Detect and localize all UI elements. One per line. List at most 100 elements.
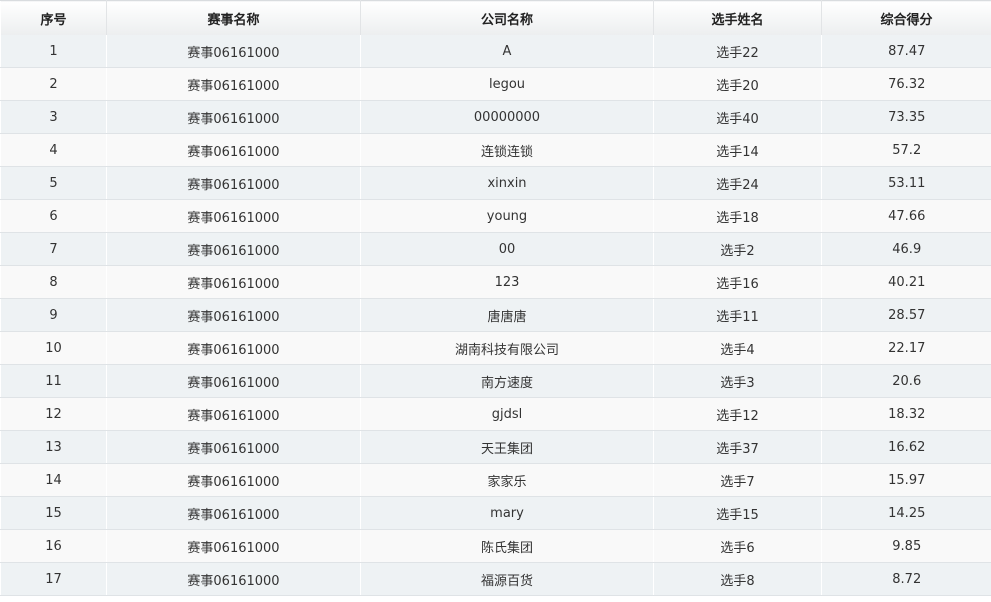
cell-total-score: 18.32 (821, 397, 991, 431)
cell-event-name: 赛事06161000 (106, 35, 361, 68)
cell-index: 7 (0, 232, 107, 266)
ranking-table: 序号 赛事名称 公司名称 选手姓名 综合得分 1 赛事06161000 A 选手… (0, 0, 991, 596)
cell-total-score: 9.85 (821, 529, 991, 563)
cell-index: 3 (0, 100, 107, 134)
cell-event-name: 赛事06161000 (106, 430, 361, 464)
cell-company-name: legou (360, 67, 654, 101)
cell-index: 16 (0, 529, 107, 563)
table-row[interactable]: 1 赛事06161000 A 选手22 87.47 (0, 35, 991, 68)
cell-index: 10 (0, 331, 107, 365)
cell-event-name: 赛事06161000 (106, 397, 361, 431)
table-row[interactable]: 16 赛事06161000 陈氏集团 选手6 9.85 (0, 529, 991, 563)
cell-event-name: 赛事06161000 (106, 232, 361, 266)
table-body: 1 赛事06161000 A 选手22 87.47 2 赛事06161000 l… (0, 35, 991, 596)
cell-company-name: young (360, 199, 654, 233)
table-row[interactable]: 15 赛事06161000 mary 选手15 14.25 (0, 496, 991, 530)
cell-event-name: 赛事06161000 (106, 298, 361, 332)
cell-player-name: 选手18 (653, 199, 822, 233)
cell-total-score: 87.47 (821, 35, 991, 68)
column-header-index[interactable]: 序号 (0, 0, 107, 35)
table-row[interactable]: 10 赛事06161000 湖南科技有限公司 选手4 22.17 (0, 331, 991, 365)
cell-index: 5 (0, 166, 107, 200)
cell-company-name: 家家乐 (360, 463, 654, 497)
cell-player-name: 选手14 (653, 133, 822, 167)
cell-event-name: 赛事06161000 (106, 529, 361, 563)
cell-company-name: 湖南科技有限公司 (360, 331, 654, 365)
cell-total-score: 53.11 (821, 166, 991, 200)
cell-company-name: 123 (360, 265, 654, 299)
cell-company-name: xinxin (360, 166, 654, 200)
cell-total-score: 14.25 (821, 496, 991, 530)
cell-total-score: 57.2 (821, 133, 991, 167)
cell-event-name: 赛事06161000 (106, 133, 361, 167)
cell-total-score: 47.66 (821, 199, 991, 233)
cell-player-name: 选手20 (653, 67, 822, 101)
cell-event-name: 赛事06161000 (106, 331, 361, 365)
cell-company-name: 连锁连锁 (360, 133, 654, 167)
cell-event-name: 赛事06161000 (106, 463, 361, 497)
column-header-event-name[interactable]: 赛事名称 (106, 0, 361, 35)
cell-total-score: 40.21 (821, 265, 991, 299)
cell-total-score: 16.62 (821, 430, 991, 464)
cell-index: 6 (0, 199, 107, 233)
table-row[interactable]: 2 赛事06161000 legou 选手20 76.32 (0, 67, 991, 101)
cell-event-name: 赛事06161000 (106, 166, 361, 200)
ranking-table-container: 序号 赛事名称 公司名称 选手姓名 综合得分 1 赛事06161000 A 选手… (0, 0, 991, 596)
table-header: 序号 赛事名称 公司名称 选手姓名 综合得分 (0, 0, 991, 35)
cell-player-name: 选手22 (653, 35, 822, 68)
table-row[interactable]: 7 赛事06161000 00 选手2 46.9 (0, 232, 991, 266)
cell-index: 9 (0, 298, 107, 332)
cell-company-name: A (360, 35, 654, 68)
cell-index: 12 (0, 397, 107, 431)
cell-total-score: 76.32 (821, 67, 991, 101)
cell-event-name: 赛事06161000 (106, 199, 361, 233)
cell-index: 8 (0, 265, 107, 299)
cell-player-name: 选手3 (653, 364, 822, 398)
cell-index: 13 (0, 430, 107, 464)
cell-player-name: 选手6 (653, 529, 822, 563)
cell-player-name: 选手8 (653, 562, 822, 596)
column-header-player-name[interactable]: 选手姓名 (653, 0, 822, 35)
table-row[interactable]: 9 赛事06161000 唐唐唐 选手11 28.57 (0, 298, 991, 332)
cell-company-name: mary (360, 496, 654, 530)
cell-index: 14 (0, 463, 107, 497)
cell-player-name: 选手11 (653, 298, 822, 332)
cell-event-name: 赛事06161000 (106, 265, 361, 299)
cell-player-name: 选手12 (653, 397, 822, 431)
cell-total-score: 8.72 (821, 562, 991, 596)
table-row[interactable]: 5 赛事06161000 xinxin 选手24 53.11 (0, 166, 991, 200)
cell-player-name: 选手40 (653, 100, 822, 134)
cell-company-name: 福源百货 (360, 562, 654, 596)
cell-player-name: 选手2 (653, 232, 822, 266)
table-row[interactable]: 3 赛事06161000 00000000 选手40 73.35 (0, 100, 991, 134)
cell-index: 17 (0, 562, 107, 596)
cell-event-name: 赛事06161000 (106, 496, 361, 530)
header-row: 序号 赛事名称 公司名称 选手姓名 综合得分 (0, 0, 991, 35)
cell-total-score: 46.9 (821, 232, 991, 266)
table-row[interactable]: 4 赛事06161000 连锁连锁 选手14 57.2 (0, 133, 991, 167)
cell-company-name: 唐唐唐 (360, 298, 654, 332)
table-row[interactable]: 17 赛事06161000 福源百货 选手8 8.72 (0, 562, 991, 596)
cell-player-name: 选手37 (653, 430, 822, 464)
cell-total-score: 28.57 (821, 298, 991, 332)
cell-index: 15 (0, 496, 107, 530)
cell-player-name: 选手4 (653, 331, 822, 365)
column-header-company-name[interactable]: 公司名称 (360, 0, 654, 35)
cell-index: 2 (0, 67, 107, 101)
cell-event-name: 赛事06161000 (106, 67, 361, 101)
cell-company-name: 天王集团 (360, 430, 654, 464)
table-row[interactable]: 12 赛事06161000 gjdsl 选手12 18.32 (0, 397, 991, 431)
cell-player-name: 选手16 (653, 265, 822, 299)
cell-event-name: 赛事06161000 (106, 364, 361, 398)
cell-company-name: 陈氏集团 (360, 529, 654, 563)
table-row[interactable]: 11 赛事06161000 南方速度 选手3 20.6 (0, 364, 991, 398)
cell-event-name: 赛事06161000 (106, 100, 361, 134)
cell-company-name: 南方速度 (360, 364, 654, 398)
table-row[interactable]: 6 赛事06161000 young 选手18 47.66 (0, 199, 991, 233)
table-row[interactable]: 14 赛事06161000 家家乐 选手7 15.97 (0, 463, 991, 497)
cell-event-name: 赛事06161000 (106, 562, 361, 596)
column-header-total-score[interactable]: 综合得分 (821, 0, 991, 35)
table-row[interactable]: 13 赛事06161000 天王集团 选手37 16.62 (0, 430, 991, 464)
table-row[interactable]: 8 赛事06161000 123 选手16 40.21 (0, 265, 991, 299)
cell-index: 11 (0, 364, 107, 398)
